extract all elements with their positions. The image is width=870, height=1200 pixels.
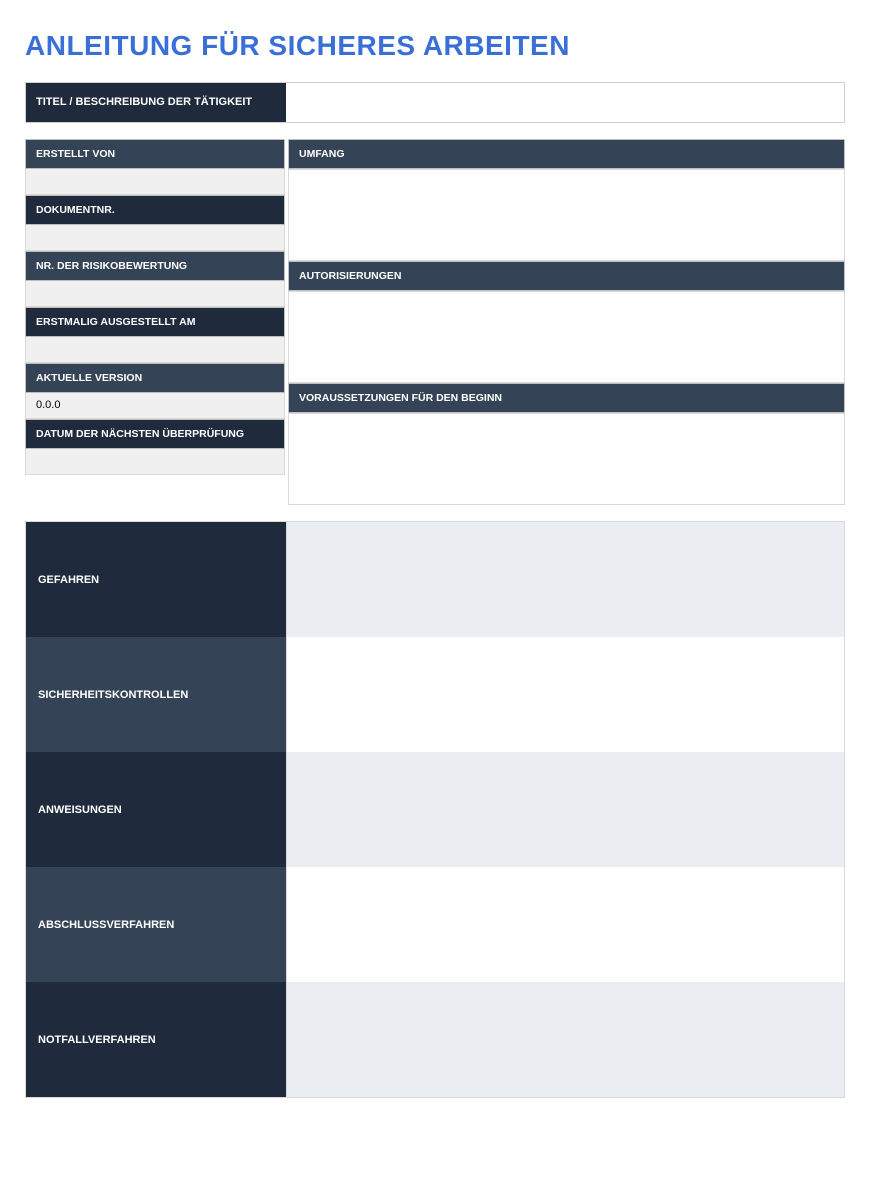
safety-controls-value[interactable] (286, 637, 844, 752)
hazards-value[interactable] (286, 522, 844, 637)
prerequisites-value[interactable] (288, 413, 845, 505)
first-issued-label: ERSTMALIG AUSGESTELLT AM (25, 307, 285, 337)
closing-procedure-row: ABSCHLUSSVERFAHREN (26, 867, 844, 982)
scope-label: UMFANG (288, 139, 845, 169)
current-version-value[interactable]: 0.0.0 (25, 393, 285, 419)
instructions-row: ANWEISUNGEN (26, 752, 844, 867)
risk-assessment-no-value[interactable] (25, 281, 285, 307)
emergency-procedure-value[interactable] (286, 982, 844, 1097)
document-no-value[interactable] (25, 225, 285, 251)
created-by-value[interactable] (25, 169, 285, 195)
first-issued-value[interactable] (25, 337, 285, 363)
authorizations-value[interactable] (288, 291, 845, 383)
metadata-right-column: UMFANG AUTORISIERUNGEN VORAUSSETZUNGEN F… (288, 139, 845, 505)
page-title: ANLEITUNG FÜR SICHERES ARBEITEN (25, 30, 845, 62)
instructions-value[interactable] (286, 752, 844, 867)
closing-procedure-label: ABSCHLUSSVERFAHREN (26, 867, 286, 982)
safety-controls-label: SICHERHEITSKONTROLLEN (26, 637, 286, 752)
risk-assessment-no-label: NR. DER RISIKOBEWERTUNG (25, 251, 285, 281)
procedure-sections: GEFAHREN SICHERHEITSKONTROLLEN ANWEISUNG… (25, 521, 845, 1098)
title-description-row: TITEL / BESCHREIBUNG DER TÄTIGKEIT (25, 82, 845, 123)
authorizations-label: AUTORISIERUNGEN (288, 261, 845, 291)
title-description-label: TITEL / BESCHREIBUNG DER TÄTIGKEIT (26, 83, 286, 122)
metadata-grid: ERSTELLT VON DOKUMENTNR. NR. DER RISIKOB… (25, 139, 845, 505)
scope-value[interactable] (288, 169, 845, 261)
created-by-label: ERSTELLT VON (25, 139, 285, 169)
current-version-label: AKTUELLE VERSION (25, 363, 285, 393)
instructions-label: ANWEISUNGEN (26, 752, 286, 867)
hazards-row: GEFAHREN (26, 522, 844, 637)
metadata-left-column: ERSTELLT VON DOKUMENTNR. NR. DER RISIKOB… (25, 139, 285, 505)
safety-controls-row: SICHERHEITSKONTROLLEN (26, 637, 844, 752)
title-description-value[interactable] (286, 83, 844, 122)
next-review-date-value[interactable] (25, 449, 285, 475)
emergency-procedure-row: NOTFALLVERFAHREN (26, 982, 844, 1097)
next-review-date-label: DATUM DER NÄCHSTEN ÜBERPRÜFUNG (25, 419, 285, 449)
document-no-label: DOKUMENTNR. (25, 195, 285, 225)
prerequisites-label: VORAUSSETZUNGEN FÜR DEN BEGINN (288, 383, 845, 413)
closing-procedure-value[interactable] (286, 867, 844, 982)
hazards-label: GEFAHREN (26, 522, 286, 637)
emergency-procedure-label: NOTFALLVERFAHREN (26, 982, 286, 1097)
